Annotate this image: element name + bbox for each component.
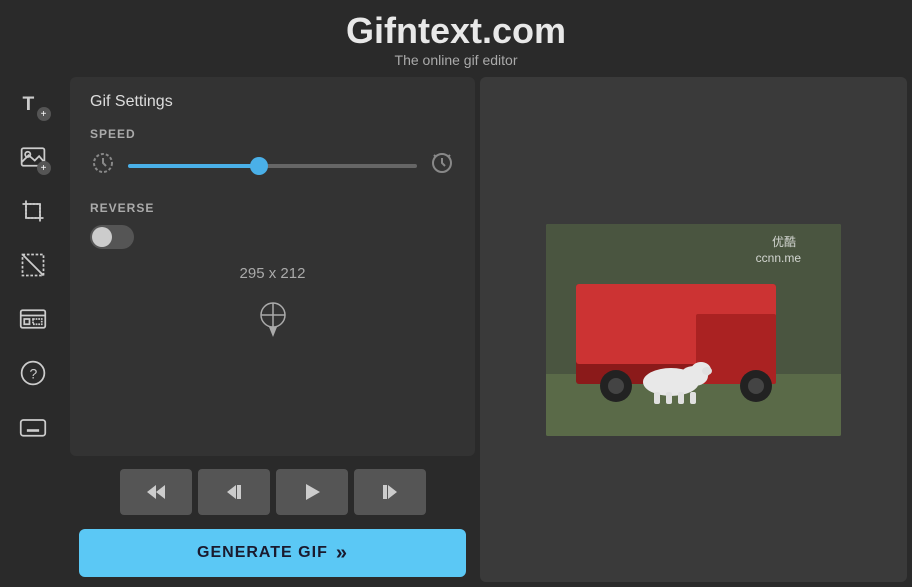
app-subtitle: The online gif editor: [0, 52, 912, 68]
toggle-knob: [92, 227, 112, 247]
main-layout: T + +: [0, 72, 912, 587]
next-frame-button[interactable]: [354, 469, 426, 515]
speed-control: [90, 151, 455, 181]
reverse-section: REVERSE: [90, 201, 455, 249]
generate-area: GENERATE GIF »: [65, 523, 480, 587]
speed-slider[interactable]: [128, 164, 417, 168]
settings-title: Gif Settings: [90, 93, 455, 111]
reverse-toggle[interactable]: [90, 225, 134, 249]
cursor-area: [90, 294, 455, 344]
generate-gif-button[interactable]: GENERATE GIF »: [79, 529, 466, 577]
svg-text:?: ?: [29, 365, 37, 381]
rewind-button[interactable]: [120, 469, 192, 515]
generate-chevrons: »: [336, 542, 348, 565]
watermark1: 优酷: [772, 235, 796, 249]
add-image-plus: +: [37, 161, 51, 175]
left-toolbar: T + +: [0, 72, 65, 587]
svg-text:T: T: [22, 94, 34, 115]
cursor-icon: [257, 299, 289, 339]
gif-settings-panel: Gif Settings SPEED: [70, 77, 475, 456]
gif-preview-panel: 优酷 ccnn.me: [480, 77, 907, 582]
center-panel: Gif Settings SPEED: [65, 72, 480, 587]
toolbar-add-image[interactable]: +: [7, 131, 59, 183]
toolbar-help[interactable]: ?: [7, 347, 59, 399]
app-title: Gifntext.com: [0, 10, 912, 52]
speed-label: SPEED: [90, 127, 455, 141]
fast-speed-icon: [429, 151, 455, 181]
toolbar-add-text[interactable]: T +: [7, 77, 59, 129]
slow-speed-icon: [90, 151, 116, 181]
add-text-plus: +: [37, 107, 51, 121]
app-header: Gifntext.com The online gif editor: [0, 0, 912, 72]
reverse-toggle-container: [90, 225, 455, 249]
toolbar-crop[interactable]: [7, 185, 59, 237]
generate-gif-label: GENERATE GIF: [197, 544, 328, 562]
playback-controls: [65, 461, 480, 523]
gif-preview-image: 优酷 ccnn.me: [546, 224, 841, 436]
play-button[interactable]: [276, 469, 348, 515]
prev-frame-button[interactable]: [198, 469, 270, 515]
toolbar-cut[interactable]: [7, 239, 59, 291]
gif-scene-svg: 优酷 ccnn.me: [546, 224, 841, 436]
dimensions-display: 295 x 212: [90, 265, 455, 282]
toolbar-keyboard[interactable]: [7, 401, 59, 453]
watermark2: ccnn.me: [756, 251, 802, 265]
toolbar-gif-image[interactable]: [7, 293, 59, 345]
reverse-label: REVERSE: [90, 201, 455, 215]
